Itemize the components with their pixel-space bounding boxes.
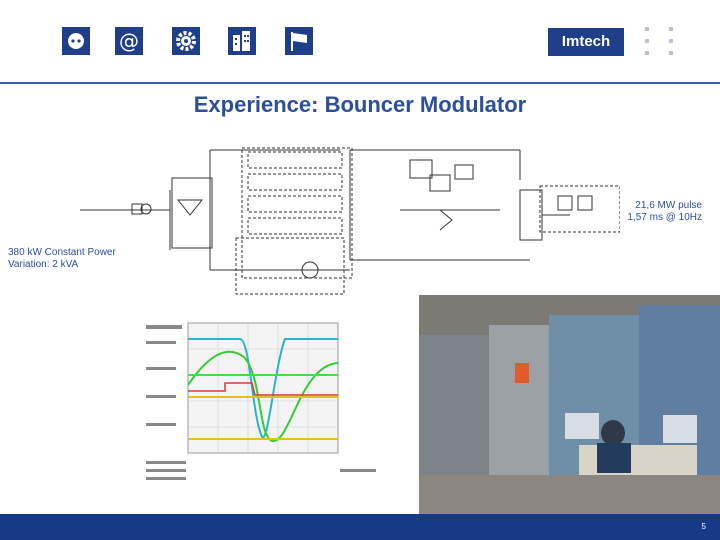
pulse-note-line-1: 21,6 MW pulse [635,200,702,211]
circuit-schematic [80,147,620,295]
header-rule [0,82,720,84]
page-number: 5 [701,522,706,531]
gear-icon [172,27,200,55]
pulse-note: 21,6 MW pulse 1,57 ms @ 10Hz [610,200,702,224]
svg-text:@: @ [119,29,139,53]
power-note-line-2: Variation: 2 kVA [8,259,79,270]
oscilloscope-capture [140,305,385,493]
lab-photo [419,295,720,514]
pulse-note-line-2: 1,57 ms @ 10Hz [627,212,702,223]
at-sign-icon: @ [115,27,143,55]
power-note: 380 kW Constant Power Variation: 2 kVA [8,247,116,271]
imtech-logo: Imtech [548,28,624,56]
footer-bar: 5 [0,514,720,540]
slide-title: Experience: Bouncer Modulator [193,92,527,117]
flag-icon [285,27,313,55]
power-note-line-1: 380 kW Constant Power [8,247,116,258]
plug-icon [62,27,90,55]
buildings-icon [228,27,256,55]
